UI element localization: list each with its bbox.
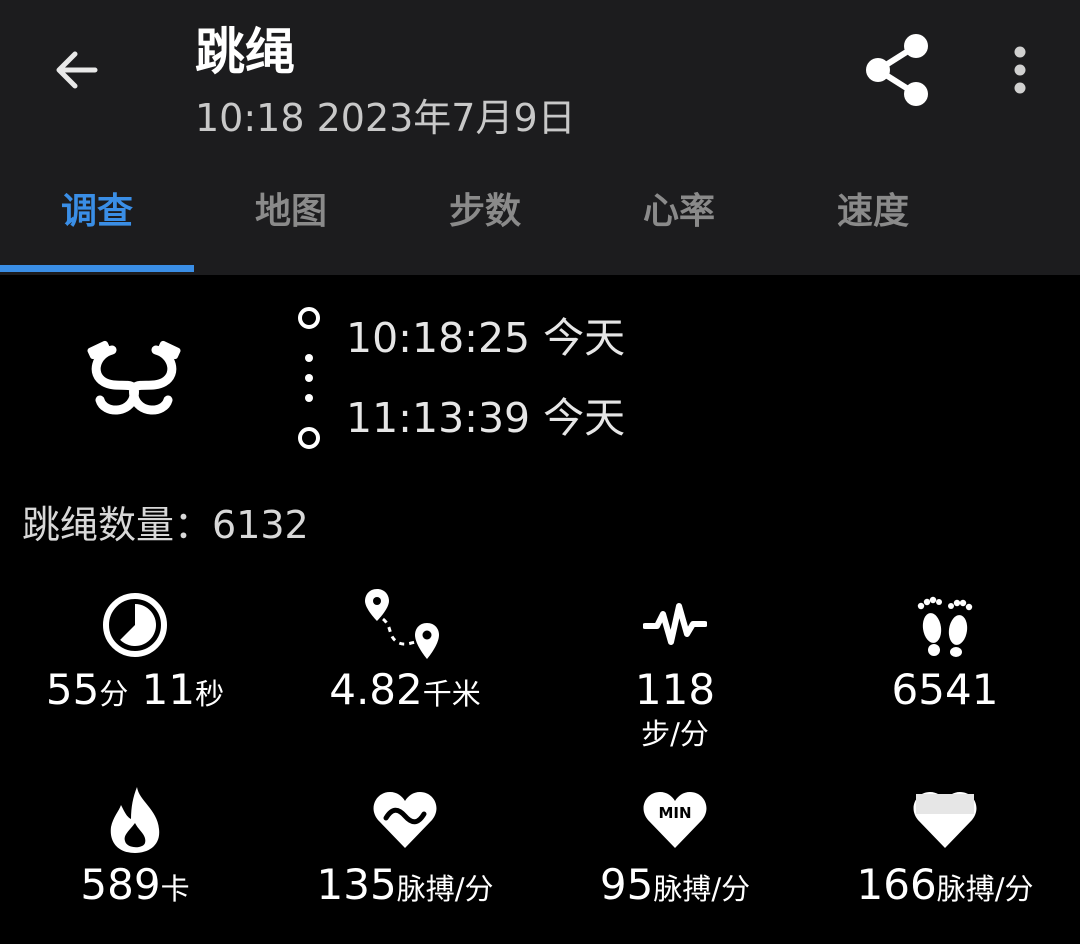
calories-unit: 卡: [160, 872, 190, 906]
tab-steps[interactable]: 步数: [388, 168, 582, 248]
tab-speed[interactable]: 速度: [776, 168, 970, 248]
tab-heart-rate[interactable]: 心率: [582, 168, 776, 248]
stat-avg-heart-rate: 135脉搏/分: [270, 780, 540, 914]
stat-calories: 589卡: [0, 780, 270, 914]
heart-min-icon: MIN: [643, 792, 707, 848]
stat-duration: 55分 11秒: [0, 585, 270, 719]
heart-max-icon: [913, 792, 977, 848]
cadence-value: 118: [634, 665, 716, 714]
jump-count-row: 跳绳数量：6132: [22, 500, 309, 550]
app-header: 跳绳 10:18 2023年7月9日 调查 地图 步数 心率 速度: [0, 0, 1080, 275]
duration-seconds: 11: [128, 665, 196, 714]
share-button[interactable]: [858, 30, 938, 110]
duration-minutes-unit: 分: [99, 677, 129, 711]
stat-distance: 4.82千米: [270, 585, 540, 719]
timer-icon: [103, 593, 167, 657]
more-options-button[interactable]: [996, 40, 1044, 100]
stat-max-heart-rate: 166脉搏/分: [810, 780, 1080, 914]
back-button[interactable]: [44, 38, 108, 102]
avg-heart-rate-value: 135: [316, 860, 397, 909]
steps-value: 6541: [891, 665, 999, 714]
max-heart-rate-value: 166: [856, 860, 937, 909]
active-tab-indicator: [0, 265, 194, 272]
min-badge-label: MIN: [658, 804, 691, 822]
start-time: 10:18:25 今天: [346, 314, 626, 362]
duration-seconds-unit: 秒: [195, 677, 225, 711]
jump-count-label: 跳绳数量：: [22, 503, 213, 547]
tab-bar: 调查 地图 步数 心率 速度: [0, 168, 1080, 268]
arrow-left-icon: [56, 51, 98, 89]
jump-count-value: 6132: [212, 503, 309, 547]
share-icon: [866, 34, 928, 106]
end-time: 11:13:39 今天: [346, 394, 626, 442]
duration-minutes: 55: [45, 665, 100, 714]
stat-cadence: 118 步/分: [540, 585, 810, 753]
footsteps-icon: [917, 596, 973, 657]
min-heart-rate-unit: 脉搏/分: [653, 872, 751, 906]
page-subtitle-datetime: 10:18 2023年7月9日: [195, 96, 576, 140]
cadence-icon: [643, 603, 707, 645]
avg-heart-rate-unit: 脉搏/分: [396, 872, 494, 906]
tab-survey[interactable]: 调查: [0, 168, 194, 248]
page-title: 跳绳: [195, 23, 295, 81]
min-heart-rate-value: 95: [599, 860, 654, 909]
distance-unit: 千米: [422, 677, 481, 711]
route-icon: [365, 589, 439, 659]
timeline-icon: [298, 307, 320, 449]
tab-map[interactable]: 地图: [194, 168, 388, 248]
jump-rope-icon: [87, 340, 181, 415]
calories-value: 589: [80, 860, 161, 909]
flame-icon: [110, 787, 160, 853]
stat-min-heart-rate: MIN 95脉搏/分: [540, 780, 810, 914]
stat-steps: 6541: [810, 585, 1080, 715]
cadence-unit: 步/分: [641, 717, 709, 751]
more-vert-icon: [1014, 46, 1026, 94]
distance-value: 4.82: [329, 665, 423, 714]
max-heart-rate-unit: 脉搏/分: [936, 872, 1034, 906]
heart-avg-icon: [373, 792, 437, 848]
